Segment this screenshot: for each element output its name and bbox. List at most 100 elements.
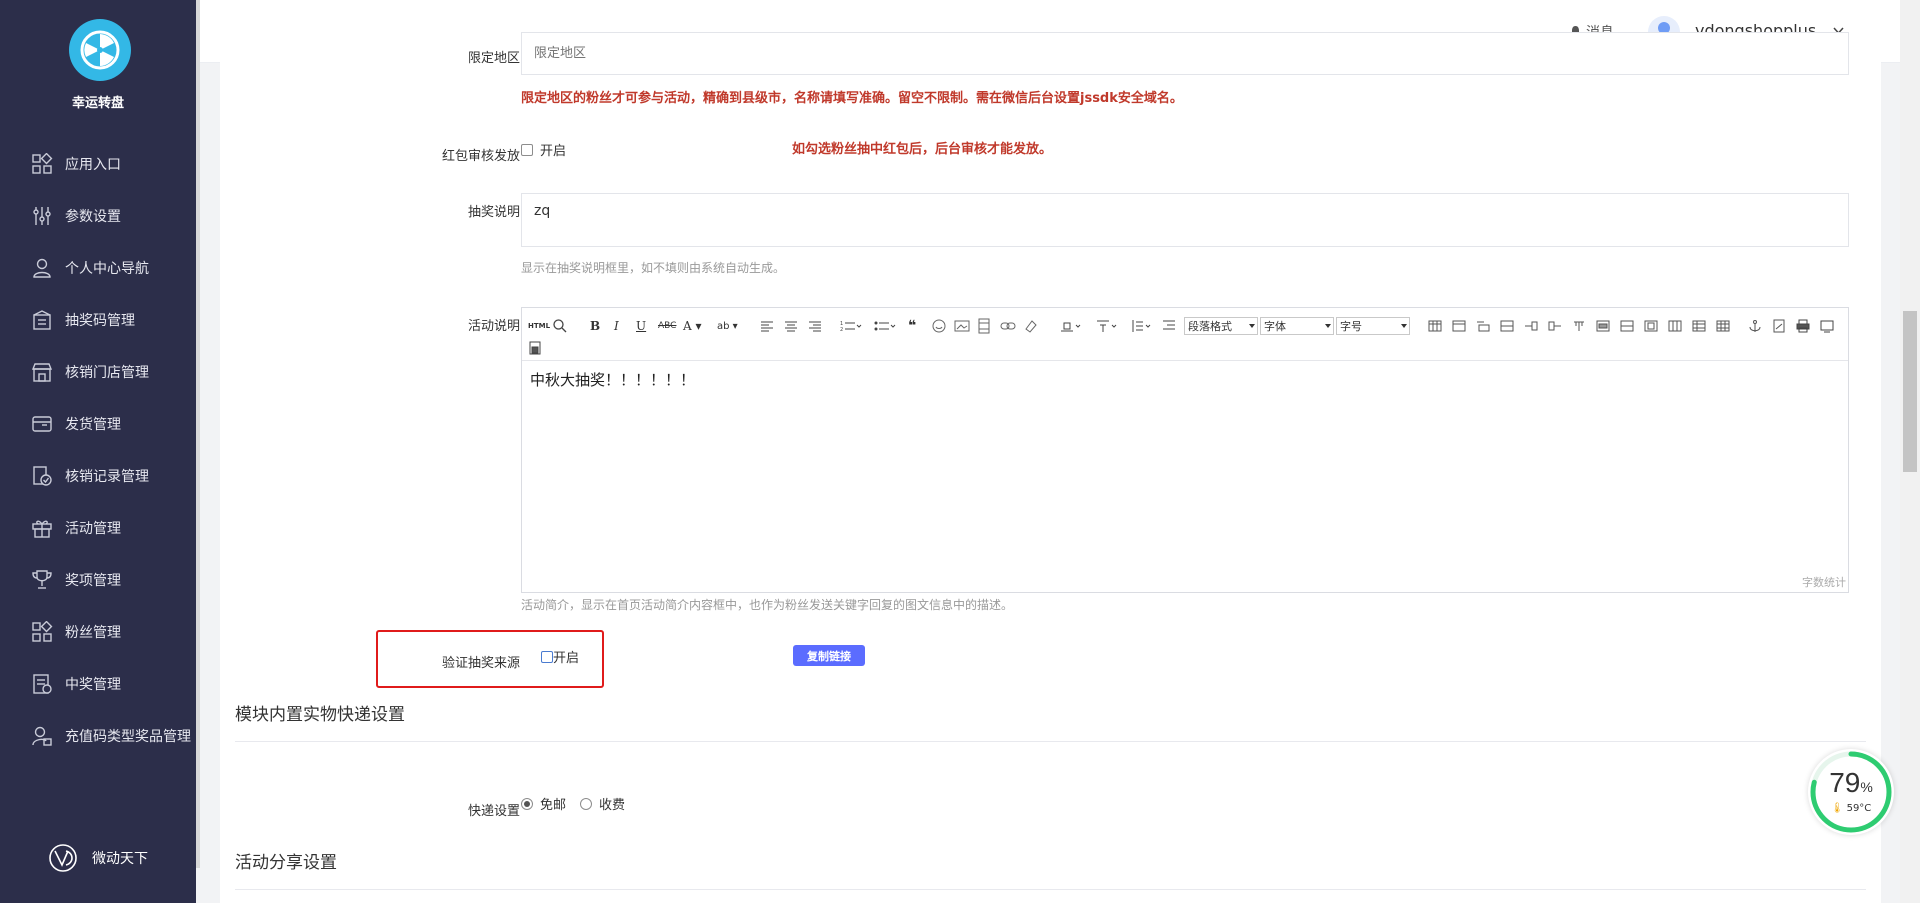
video-icon[interactable]: [978, 317, 990, 335]
verify-source-option[interactable]: 开启: [541, 647, 579, 666]
insert-row-icon[interactable]: [1500, 317, 1514, 335]
page-break-icon[interactable]: [1772, 317, 1786, 335]
paid-shipping-label: 收费: [599, 798, 626, 813]
split-cell-icon[interactable]: [1572, 317, 1586, 335]
image-icon[interactable]: [954, 317, 970, 335]
sidebar-item-recharge-prizes[interactable]: 充值码类型奖品管理: [0, 710, 196, 762]
fullscreen-icon[interactable]: [1820, 317, 1834, 335]
verify-source-checkbox[interactable]: [541, 650, 553, 663]
merge-right-icon[interactable]: [1620, 317, 1634, 335]
redpack-review-hint: 如勾选粉丝抽中红包后，后台审核才能发放。: [792, 142, 1053, 157]
print-icon[interactable]: [1796, 317, 1810, 335]
lottery-desc-label: 抽奖说明: [467, 205, 520, 220]
align-right-icon[interactable]: [808, 317, 822, 335]
sidebar-item-verify-records[interactable]: 核销记录管理: [0, 450, 196, 502]
paragraph-spacing-icon[interactable]: [1162, 317, 1176, 335]
activity-desc-hint: 活动简介，显示在首页活动简介内容框中，也作为粉丝发送关键字回复的图文信息中的描述…: [521, 598, 1014, 612]
font-size-select[interactable]: 字号: [1336, 317, 1410, 335]
html-source-button[interactable]: HTML: [528, 317, 550, 335]
ordered-list-icon[interactable]: 12: [840, 317, 862, 335]
record-check-icon: [31, 465, 53, 487]
merge-cells-icon[interactable]: [1596, 317, 1610, 335]
table-title-icon[interactable]: [1476, 317, 1490, 335]
sidebar-item-shipping[interactable]: 发货管理: [0, 398, 196, 450]
sidebar-item-prizes[interactable]: 奖项管理: [0, 554, 196, 606]
gauge-temperature: 59°C: [1846, 803, 1872, 814]
font-size-value: 字号: [1340, 320, 1362, 333]
paid-shipping-radio[interactable]: [580, 797, 593, 810]
free-shipping-radio[interactable]: [521, 797, 533, 810]
table-props-icon[interactable]: [1452, 317, 1466, 335]
shipping-icon: [31, 413, 53, 435]
page-scrollbar[interactable]: [1900, 0, 1920, 903]
split-rows-icon[interactable]: [1668, 317, 1682, 335]
indent-icon[interactable]: [1096, 317, 1118, 335]
gauge-percent: 79: [1829, 767, 1861, 798]
emoji-icon[interactable]: [932, 317, 946, 335]
align-left-icon[interactable]: [760, 317, 774, 335]
sidebar-footer: 微动天下: [48, 843, 148, 873]
brand-logo-icon: [49, 844, 77, 872]
rich-text-editor[interactable]: HTML B I U ABC A ▾ ab ▾ 12 ❝ 段落格式 字体 字号 …: [521, 307, 1849, 593]
recharge-icon: [31, 725, 53, 747]
anchor-icon[interactable]: [1748, 317, 1762, 335]
app-logo-icon[interactable]: [69, 19, 131, 81]
sidebar-item-label: 中奖管理: [65, 677, 121, 693]
drafts-icon[interactable]: [528, 339, 542, 357]
eraser-icon[interactable]: [1024, 317, 1038, 335]
sidebar-item-params[interactable]: 参数设置: [0, 190, 196, 242]
main-content: 限定地区 限定地区的粉丝才可参与活动，精确到县级市，名称请填写准确。留空不限制。…: [220, 32, 1881, 903]
font-color-icon[interactable]: A ▾: [683, 317, 702, 335]
valign-icon[interactable]: [1060, 317, 1082, 335]
sidebar-scrollbar[interactable]: [196, 0, 200, 868]
font-family-select[interactable]: 字体: [1260, 317, 1334, 335]
sidebar-item-lottery-codes[interactable]: 抽奖码管理: [0, 294, 196, 346]
delete-table-icon[interactable]: [1716, 317, 1730, 335]
performance-gauge[interactable]: 79% 🌡 59°C: [1808, 749, 1894, 835]
underline-icon[interactable]: U: [636, 317, 646, 335]
sidebar-item-label: 核销记录管理: [65, 469, 149, 485]
split-cols-icon[interactable]: [1692, 317, 1706, 335]
ticket-icon: [31, 309, 53, 331]
bold-icon[interactable]: B: [590, 317, 600, 335]
sidebar-item-activities[interactable]: 活动管理: [0, 502, 196, 554]
preview-icon[interactable]: [552, 317, 568, 335]
sidebar-item-app-entry[interactable]: 应用入口: [0, 138, 196, 190]
editor-content[interactable]: 中秋大抽奖！！！！！！: [522, 361, 1848, 398]
grid-icon: [31, 153, 53, 175]
sidebar-item-personal-nav[interactable]: 个人中心导航: [0, 242, 196, 294]
sidebar-item-winners[interactable]: 中奖管理: [0, 658, 196, 710]
italic-icon[interactable]: I: [614, 317, 619, 335]
user-icon: [31, 257, 53, 279]
strikethrough-icon[interactable]: ABC: [658, 317, 676, 335]
insert-col-icon[interactable]: [1524, 317, 1538, 335]
sidebar-item-label: 参数设置: [65, 209, 121, 225]
sidebar-item-stores[interactable]: 核销门店管理: [0, 346, 196, 398]
lottery-desc-textarea[interactable]: zq: [521, 193, 1849, 247]
sidebar-item-label: 核销门店管理: [65, 365, 149, 381]
align-center-icon[interactable]: [784, 317, 798, 335]
quote-icon[interactable]: ❝: [908, 317, 916, 335]
unordered-list-icon[interactable]: [874, 317, 896, 335]
line-height-icon[interactable]: [1130, 317, 1152, 335]
gauge-value: 79%: [1808, 767, 1894, 799]
highlight-color-icon[interactable]: ab ▾: [717, 317, 738, 335]
redpack-review-option[interactable]: 开启: [521, 140, 566, 159]
redpack-review-checkbox[interactable]: [521, 143, 533, 156]
region-input[interactable]: [521, 32, 1849, 75]
section-divider: [235, 741, 1866, 742]
scrollbar-thumb[interactable]: [1903, 311, 1917, 472]
share-section-title: 活动分享设置: [235, 853, 337, 873]
sidebar-item-label: 个人中心导航: [65, 261, 149, 277]
copy-link-button[interactable]: 复制链接: [793, 645, 865, 666]
delete-col-icon[interactable]: [1548, 317, 1562, 335]
paragraph-format-select[interactable]: 段落格式: [1184, 317, 1258, 335]
sidebar-item-label: 粉丝管理: [65, 625, 121, 641]
section-divider: [235, 889, 1866, 890]
link-icon[interactable]: [1000, 317, 1016, 335]
sidebar: 幸运转盘 应用入口 参数设置 个人中心导航 抽奖码管理 核销门店管理 发货管理: [0, 0, 196, 903]
insert-table-icon[interactable]: [1428, 317, 1442, 335]
free-shipping-label: 免邮: [540, 798, 567, 813]
sidebar-item-fans[interactable]: 粉丝管理: [0, 606, 196, 658]
merge-down-icon[interactable]: [1644, 317, 1658, 335]
